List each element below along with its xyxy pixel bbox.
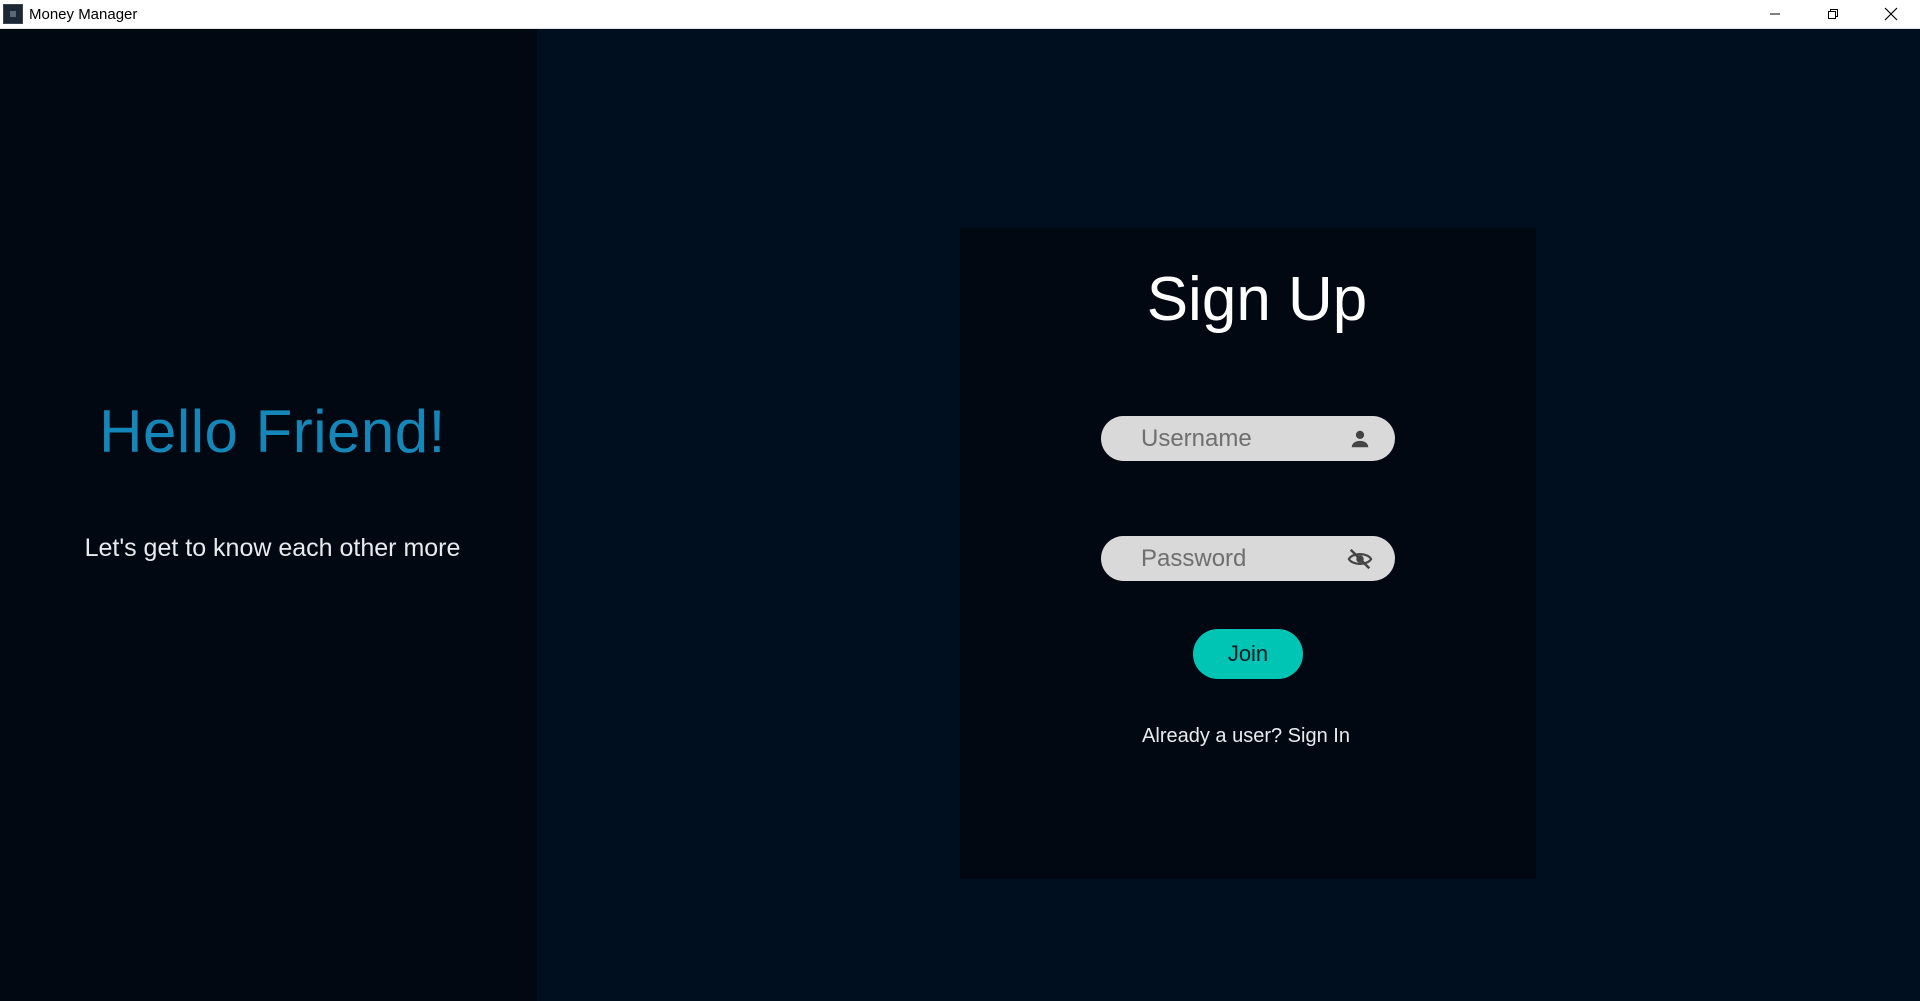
welcome-panel: Hello Friend! Let's get to know each oth… <box>0 29 537 1001</box>
welcome-heading: Hello Friend! <box>99 398 446 465</box>
window-controls <box>1746 0 1920 28</box>
username-input[interactable] <box>1141 424 1341 453</box>
close-button[interactable] <box>1862 0 1920 28</box>
title-bar[interactable]: Money Manager <box>0 0 1920 29</box>
app-logo-icon <box>3 4 23 24</box>
sign-in-link[interactable]: Already a user? Sign In <box>960 725 1536 748</box>
username-field[interactable] <box>1101 416 1395 461</box>
person-icon <box>1347 426 1373 452</box>
window-title: Money Manager <box>29 5 138 23</box>
password-input[interactable] <box>1141 544 1341 573</box>
eye-off-icon[interactable] <box>1347 546 1373 572</box>
password-field[interactable] <box>1101 536 1395 581</box>
welcome-subtitle: Let's get to know each other more <box>84 534 461 562</box>
join-button[interactable]: Join <box>1193 629 1303 679</box>
minimize-button[interactable] <box>1746 0 1804 28</box>
app-window: Money Manager Hello Friend! Let's get to… <box>0 0 1920 1001</box>
restore-button[interactable] <box>1804 0 1862 28</box>
minimize-icon <box>1770 13 1780 15</box>
signup-card: Sign Up Join Already a user? Sign I <box>960 228 1536 879</box>
signup-title: Sign Up <box>1146 265 1368 334</box>
restore-icon <box>1828 9 1838 19</box>
close-icon <box>1884 7 1898 21</box>
